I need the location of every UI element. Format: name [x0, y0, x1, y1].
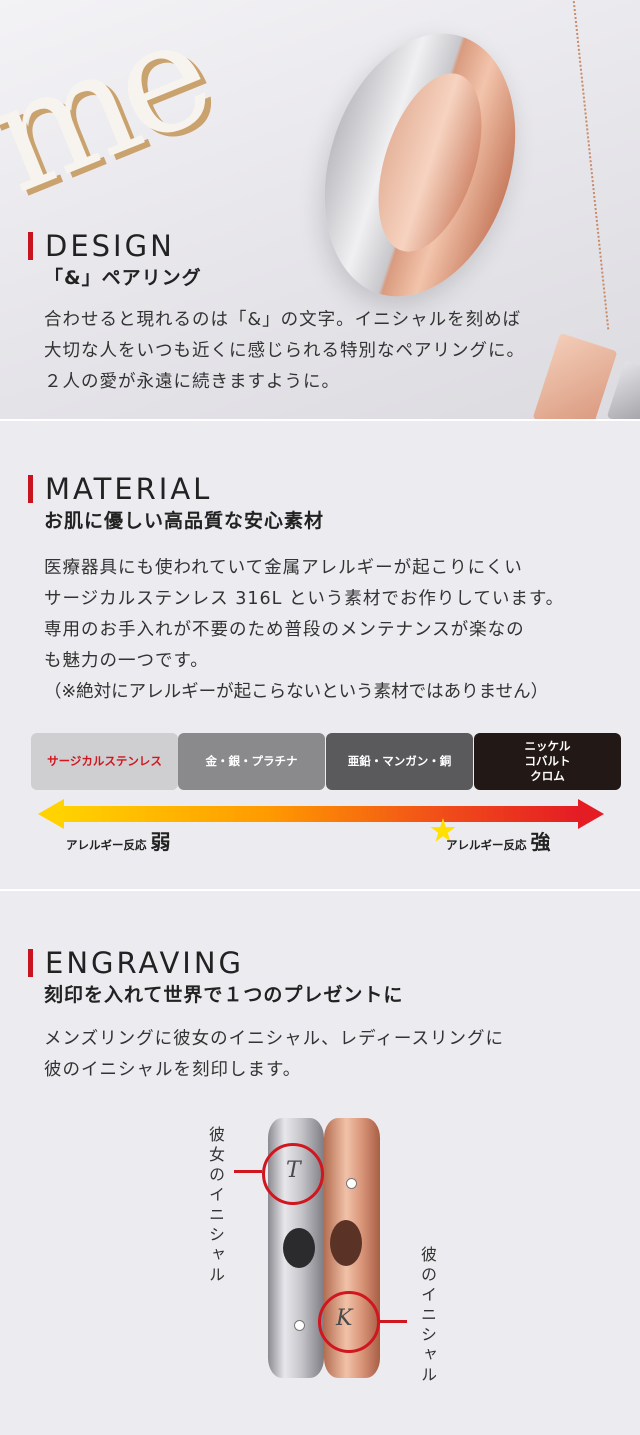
- design-line: 合わせると現れるのは「&」の文字。イニシャルを刻めば: [44, 310, 522, 330]
- her-initial-highlight-circle: [262, 1143, 324, 1205]
- material-line: も魅力の一つです。: [44, 651, 209, 671]
- design-heading: DESIGN: [28, 229, 175, 263]
- his-initial-label: 彼のイニシャル: [418, 1246, 437, 1386]
- material-subtitle: お肌に優しい高品質な安心素材: [44, 510, 325, 532]
- material-heading: MATERIAL: [28, 472, 212, 506]
- engraving-subtitle: 刻印を入れて世界で１つのプレゼントに: [44, 984, 404, 1006]
- necklace-chain: [572, 0, 614, 330]
- heading-accent-bar: [28, 949, 33, 977]
- ampersand-cutout-left: [283, 1228, 315, 1268]
- allergy-weak-label: アレルギー反応 弱: [66, 826, 171, 855]
- section-divider: [0, 419, 640, 421]
- allergy-weak-mark: 弱: [150, 830, 171, 854]
- material-scale-surgical-steel: サージカルステンレス: [31, 733, 178, 790]
- heading-accent-bar: [28, 475, 33, 503]
- material-line: サージカルステンレス 316L という素材でお作りしています。: [44, 589, 565, 609]
- her-initial-leader-line: [234, 1170, 262, 1173]
- ampersand-cutout-right: [330, 1220, 362, 1266]
- scale-label: サージカルステンレス: [47, 754, 162, 768]
- design-subtitle: 「&」ペアリング: [44, 267, 202, 289]
- engraving-heading: ENGRAVING: [28, 946, 244, 980]
- diamond-stone: [294, 1320, 305, 1331]
- arrow-left-head: [38, 799, 64, 829]
- pendant-silver: [606, 360, 640, 420]
- material-line: 専用のお手入れが不要のため普段のメンテナンスが楽なの: [44, 620, 525, 640]
- design-body: 合わせると現れるのは「&」の文字。イニシャルを刻めば 大切な人をいつも近くに感じ…: [44, 305, 525, 398]
- his-initial-highlight-circle: [318, 1291, 380, 1353]
- material-line: （※絶対にアレルギーが起こらないという素材ではありません）: [44, 682, 549, 702]
- engraving-body: メンズリングに彼女のイニシャル、レディースリングに 彼のイニシャルを刻印します。: [44, 1024, 504, 1086]
- design-line: ２人の愛が永遠に続きますように。: [44, 372, 340, 392]
- allergy-weak-text: アレルギー反応: [66, 838, 147, 852]
- her-initial-label: 彼女のイニシャル: [206, 1126, 225, 1286]
- material-body: 医療器具にも使われていて金属アレルギーが起こりにくい サージカルステンレス 31…: [44, 553, 564, 708]
- material-scale-precious-metals: 金・銀・プラチナ: [178, 733, 325, 790]
- section-divider: [0, 889, 640, 891]
- pendant-rose: [532, 332, 618, 420]
- me-sculpture-decoration: me: [0, 0, 226, 228]
- material-scale-zinc-manganese-copper: 亜鉛・マンガン・銅: [326, 733, 473, 790]
- scale-label: 亜鉛・マンガン・銅: [347, 754, 452, 768]
- scale-label: 金・銀・プラチナ: [205, 754, 298, 768]
- design-line: 大切な人をいつも近くに感じられる特別なペアリングに。: [44, 341, 525, 361]
- material-scale-nickel-cobalt-chrome: ニッケル コバルト クロム: [474, 733, 621, 790]
- engraving-line: 彼のイニシャルを刻印します。: [44, 1060, 302, 1080]
- material-line: 医療器具にも使われていて金属アレルギーが起こりにくい: [44, 558, 523, 578]
- scale-label: ニッケル コバルト クロム: [524, 739, 571, 783]
- allergy-strong-label: アレルギー反応 強: [446, 826, 551, 855]
- allergy-gradient-arrow: [60, 806, 580, 822]
- design-title: DESIGN: [45, 229, 175, 263]
- material-title: MATERIAL: [45, 472, 213, 506]
- engraving-line: メンズリングに彼女のイニシャル、レディースリングに: [44, 1029, 505, 1049]
- engraving-title: ENGRAVING: [45, 946, 245, 980]
- his-initial-leader-line: [377, 1320, 407, 1323]
- heading-accent-bar: [28, 232, 33, 260]
- diamond-stone: [346, 1178, 357, 1189]
- allergy-strong-text: アレルギー反応: [446, 838, 527, 852]
- arrow-right-head: [578, 799, 604, 829]
- allergy-strong-mark: 強: [530, 830, 551, 854]
